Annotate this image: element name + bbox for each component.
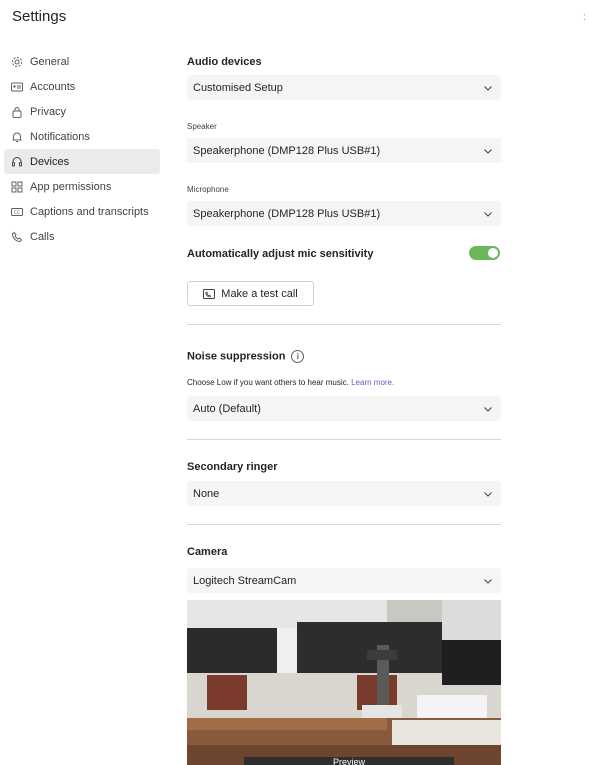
- cc-icon: CC: [10, 205, 24, 219]
- test-call-icon: [203, 288, 216, 299]
- divider: [187, 439, 501, 440]
- divider: [187, 524, 501, 525]
- lock-icon: [10, 105, 24, 119]
- sidebar-item-label: Privacy: [30, 105, 67, 118]
- sidebar-item-privacy[interactable]: Privacy: [4, 99, 160, 124]
- microphone-dropdown[interactable]: Speakerphone (DMP128 Plus USB#1): [187, 201, 501, 226]
- camera-preview-image: [187, 600, 501, 765]
- chevron-down-icon: [484, 491, 492, 497]
- dropdown-value: Speakerphone (DMP128 Plus USB#1): [193, 144, 381, 157]
- camera-dropdown[interactable]: Logitech StreamCam: [187, 568, 501, 593]
- learn-more-link[interactable]: Learn more.: [351, 378, 394, 387]
- noise-suppression-dropdown[interactable]: Auto (Default): [187, 396, 501, 421]
- window-edge-mark: :: [583, 12, 586, 23]
- bell-icon: [10, 130, 24, 144]
- auto-adjust-toggle[interactable]: [469, 246, 500, 260]
- camera-preview: Preview: [187, 600, 501, 765]
- button-label: Make a test call: [221, 287, 298, 300]
- svg-text:CC: CC: [14, 210, 20, 216]
- audio-devices-heading: Audio devices: [187, 56, 262, 68]
- sidebar-item-accounts[interactable]: Accounts: [4, 74, 160, 99]
- chevron-down-icon: [484, 85, 492, 91]
- toggle-knob: [488, 248, 498, 258]
- hint-text: Choose Low if you want others to hear mu…: [187, 378, 349, 387]
- id-card-icon: [10, 80, 24, 94]
- sidebar-item-label: Captions and transcripts: [30, 205, 149, 218]
- dropdown-value: Speakerphone (DMP128 Plus USB#1): [193, 207, 381, 220]
- microphone-label: Microphone: [187, 185, 229, 194]
- page-title: Settings: [12, 8, 67, 25]
- chevron-down-icon: [484, 148, 492, 154]
- sidebar-item-label: Devices: [30, 155, 70, 168]
- gear-icon: [10, 55, 24, 69]
- sidebar-item-label: General: [30, 55, 70, 68]
- dropdown-value: Customised Setup: [193, 81, 283, 94]
- sidebar-item-label: Notifications: [30, 130, 90, 143]
- sidebar-item-captions[interactable]: CC Captions and transcripts: [4, 199, 160, 224]
- phone-icon: [10, 230, 24, 244]
- divider: [187, 324, 501, 325]
- audio-setup-dropdown[interactable]: Customised Setup: [187, 75, 501, 100]
- sidebar-item-label: Calls: [30, 230, 55, 243]
- heading-text: Noise suppression: [187, 350, 286, 363]
- chevron-down-icon: [484, 211, 492, 217]
- grid-icon: [10, 180, 24, 194]
- dropdown-value: Auto (Default): [193, 402, 261, 415]
- dropdown-value: None: [193, 487, 220, 500]
- headset-icon: [10, 155, 24, 169]
- sidebar-item-calls[interactable]: Calls: [4, 224, 160, 249]
- sidebar-item-label: App permissions: [30, 180, 112, 193]
- chevron-down-icon: [484, 406, 492, 412]
- info-icon[interactable]: i: [291, 350, 305, 363]
- noise-suppression-heading: Noise suppression i: [187, 350, 305, 363]
- secondary-ringer-dropdown[interactable]: None: [187, 481, 501, 506]
- settings-sidebar: General Accounts Privacy Notifications D…: [4, 49, 160, 249]
- sidebar-item-devices[interactable]: Devices: [4, 149, 160, 174]
- chevron-down-icon: [484, 578, 492, 584]
- dropdown-value: Logitech StreamCam: [193, 574, 297, 587]
- noise-hint: Choose Low if you want others to hear mu…: [187, 378, 394, 387]
- speaker-dropdown[interactable]: Speakerphone (DMP128 Plus USB#1): [187, 138, 501, 163]
- sidebar-item-general[interactable]: General: [4, 49, 160, 74]
- sidebar-item-label: Accounts: [30, 80, 76, 93]
- auto-adjust-label: Automatically adjust mic sensitivity: [187, 248, 374, 260]
- make-test-call-button[interactable]: Make a test call: [187, 281, 314, 306]
- secondary-ringer-heading: Secondary ringer: [187, 461, 278, 473]
- speaker-label: Speaker: [187, 122, 217, 131]
- camera-heading: Camera: [187, 546, 228, 558]
- sidebar-item-notifications[interactable]: Notifications: [4, 124, 160, 149]
- preview-label: Preview: [244, 757, 454, 765]
- sidebar-item-app-permissions[interactable]: App permissions: [4, 174, 160, 199]
